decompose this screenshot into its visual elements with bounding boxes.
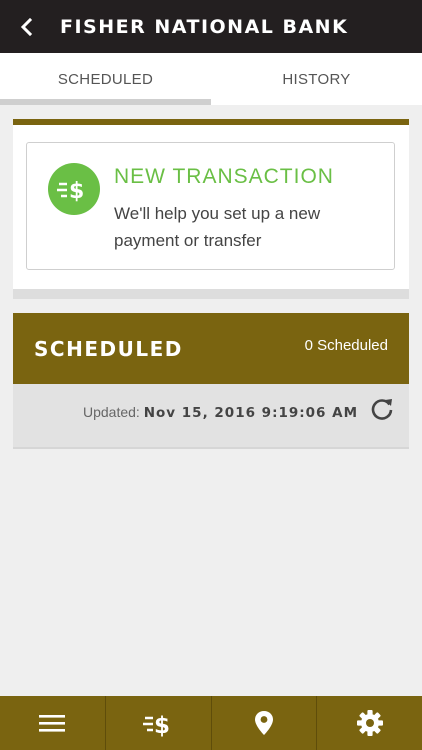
transfer-dollar-icon: $ [48, 163, 100, 215]
app-root: FISHER NATIONAL BANK SCHEDULED HISTORY $… [0, 0, 422, 750]
chevron-left-icon [20, 17, 33, 36]
top-bar: FISHER NATIONAL BANK [0, 0, 422, 53]
updated-timestamp: Updated: Nov 15, 2016 9:19:06 AM [83, 404, 358, 421]
bottom-nav: $ [0, 696, 422, 750]
new-transaction-title: NEW TRANSACTION [114, 165, 334, 188]
scheduled-status-panel: Updated: Nov 15, 2016 9:19:06 AM [13, 384, 409, 449]
scheduled-title: SCHEDULED [34, 336, 183, 361]
back-button[interactable] [0, 0, 54, 53]
nav-locations-button[interactable] [212, 696, 318, 750]
tab-history[interactable]: HISTORY [211, 53, 422, 105]
updated-label: Updated: [83, 404, 144, 420]
updated-value: Nov 15, 2016 9:19:06 AM [143, 405, 359, 421]
svg-text:$: $ [69, 179, 84, 203]
gear-icon [356, 710, 383, 736]
refresh-button[interactable] [369, 396, 395, 422]
new-transaction-card[interactable]: $ NEW TRANSACTION We'll help you set up … [26, 142, 395, 270]
tab-bar: SCHEDULED HISTORY [0, 53, 422, 105]
nav-transfers-button[interactable]: $ [106, 696, 212, 750]
new-transaction-description: We'll help you set up a new payment or t… [114, 204, 321, 250]
new-transaction-panel: $ NEW TRANSACTION We'll help you set up … [13, 119, 409, 299]
refresh-icon [371, 399, 393, 420]
location-pin-icon [254, 711, 273, 735]
nav-settings-button[interactable] [317, 696, 422, 750]
page-title: FISHER NATIONAL BANK [60, 15, 349, 38]
svg-text:$: $ [154, 713, 170, 737]
tab-scheduled[interactable]: SCHEDULED [0, 53, 211, 105]
scheduled-section-header: SCHEDULED 0 Scheduled [13, 313, 409, 384]
scheduled-count: 0 Scheduled [304, 337, 388, 354]
menu-icon [39, 715, 66, 732]
nav-menu-button[interactable] [0, 696, 106, 750]
transfer-dollar-icon: $ [143, 713, 170, 737]
